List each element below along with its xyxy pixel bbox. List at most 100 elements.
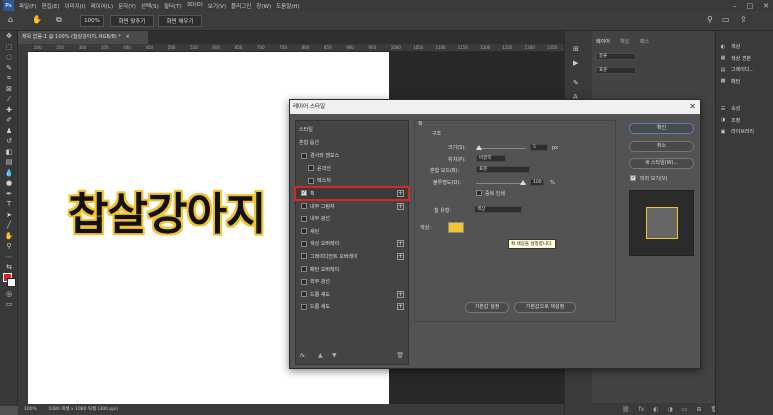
type-tool-icon[interactable]: T (0, 199, 18, 210)
panel-item-properties[interactable]: ☰ 속성 (719, 105, 740, 113)
size-input[interactable]: 5 (530, 144, 548, 151)
effect-item[interactable]: 드롭 섀도 + (296, 289, 408, 300)
size-slider-knob[interactable] (476, 145, 482, 150)
history-panel-icon[interactable]: ⊞ (573, 45, 579, 53)
effect-checkbox[interactable] (301, 203, 307, 210)
blend-mode-select[interactable]: 표준 (476, 166, 530, 173)
overprint-checkbox[interactable] (476, 190, 482, 196)
zoom-tool-icon[interactable]: ⚲ (0, 241, 18, 252)
close-window-button[interactable]: ✕ (763, 2, 769, 10)
document-tab[interactable]: 제목 없음-1 @ 100% (찹살강아지, RGB/8) * × (18, 31, 148, 44)
effect-checkbox[interactable] (301, 303, 307, 310)
effect-checkbox[interactable] (308, 177, 314, 184)
color-swatches[interactable] (0, 272, 17, 289)
menu-item[interactable]: 이미지(I) (64, 2, 85, 10)
brush-settings-icon[interactable]: ✎ (573, 79, 579, 87)
fit-screen-button[interactable]: 화면 맞추기 (110, 15, 154, 27)
move-up-icon[interactable]: ▲ (318, 352, 323, 359)
cancel-button[interactable]: 취소 (629, 141, 694, 152)
effect-item[interactable]: 드롭 섀도 + (296, 301, 408, 312)
path-select-icon[interactable]: ➤ (0, 210, 18, 221)
menu-item[interactable]: 필터(T) (164, 2, 182, 10)
brush-tool-icon[interactable]: ✐ (0, 115, 18, 126)
layer-blend-mode-select[interactable]: 표준 (596, 67, 636, 74)
fill-screen-button[interactable]: 화면 채우기 (158, 15, 202, 27)
move-down-icon[interactable]: ▼ (332, 352, 337, 359)
adjustment-icon[interactable]: ◑ (668, 406, 673, 413)
crop-tool-icon[interactable]: ⌗ (0, 73, 18, 84)
blend-options-item[interactable]: 혼합 옵션 (296, 137, 408, 148)
effect-item[interactable]: 그레이디언트 오버레이 + (296, 251, 408, 262)
marquee-tool-icon[interactable]: ⬚ (0, 42, 18, 53)
menu-item[interactable]: 창(W) (256, 2, 271, 10)
mask-icon[interactable]: ◐ (653, 406, 658, 413)
lasso-tool-icon[interactable]: ◌ (0, 52, 18, 63)
add-effect-icon[interactable]: + (397, 290, 404, 298)
dialog-close-button[interactable]: ✕ (689, 100, 696, 114)
effect-item[interactable]: 패턴 오버레이 (296, 263, 408, 274)
effect-checkbox[interactable] (301, 228, 307, 235)
menu-item[interactable]: 문자(Y) (118, 2, 136, 10)
fx-menu-button[interactable]: fx. (300, 353, 306, 359)
effect-item[interactable]: 색상 오버레이 + (296, 238, 408, 249)
fill-type-select[interactable]: 색상 (474, 206, 522, 213)
blur-tool-icon[interactable]: 💧 (0, 168, 18, 179)
effect-checkbox[interactable] (308, 165, 314, 172)
panel-item-palette[interactable]: ◐ 색상 (719, 43, 740, 51)
frame-tool-icon[interactable]: ⊠ (0, 84, 18, 95)
styles-header[interactable]: 스타일 (296, 124, 408, 135)
panel-item-swatches[interactable]: ▦ 색상 견본 (719, 55, 751, 62)
stroke-color-swatch[interactable] (448, 222, 464, 233)
layer-filter-select[interactable]: 종류 (596, 53, 636, 60)
opacity-slider-track[interactable] (476, 183, 526, 184)
new-style-button[interactable]: 새 스타일(W)... (629, 158, 694, 169)
add-effect-icon[interactable]: + (397, 189, 404, 197)
make-default-button[interactable]: 기본값 설정 (465, 302, 509, 313)
panel-item-libraries[interactable]: ▣ 라이브러리 (719, 128, 754, 136)
effect-item[interactable]: 윤곽선 (296, 163, 408, 174)
play-action-icon[interactable]: ▶ (573, 59, 578, 67)
effect-checkbox[interactable] (301, 240, 307, 247)
effect-item[interactable]: 새틴 (296, 226, 408, 237)
menu-item[interactable]: 선택(S) (141, 2, 159, 10)
healing-brush-icon[interactable]: ✚ (0, 105, 18, 116)
effect-item[interactable]: ✓ 획 + (294, 185, 410, 202)
effect-item[interactable]: 내부 광선 (296, 213, 408, 224)
effect-checkbox[interactable] (301, 152, 307, 159)
eyedropper-tool-icon[interactable]: ⁄ (0, 94, 18, 105)
delete-effect-icon[interactable]: 🗑 (396, 352, 404, 359)
effect-checkbox[interactable] (301, 215, 307, 222)
line-tool-icon[interactable]: ╱ (0, 220, 18, 231)
size-slider-track[interactable] (476, 148, 526, 149)
more-tools-icon[interactable]: ⋯ (0, 252, 18, 263)
effect-item[interactable]: 내부 그림자 + (296, 200, 408, 211)
scroll-all-windows-icon[interactable]: ⧉ (56, 15, 62, 25)
tab-paths[interactable]: 패스 (640, 38, 649, 45)
link-layers-icon[interactable]: ⛓ (622, 406, 630, 413)
reset-default-button[interactable]: 기본값으로 재설정 (514, 302, 576, 313)
new-layer-icon[interactable]: ⊞ (696, 406, 701, 413)
position-select[interactable]: 바깥쪽 (476, 155, 506, 162)
maximize-button[interactable]: □ (747, 2, 754, 10)
panel-item-gradient[interactable]: ▤ 그레이디... (719, 66, 755, 74)
ok-button[interactable]: 확인 (629, 123, 694, 134)
search-icon[interactable]: ⚲ (707, 15, 713, 24)
share-icon[interactable]: ⇪ (740, 15, 747, 24)
tab-channels[interactable]: 채널 (620, 38, 629, 45)
close-tab-icon[interactable]: × (125, 34, 129, 40)
minimize-button[interactable]: – (733, 2, 737, 10)
zoom-value-field[interactable]: 100% (80, 15, 104, 27)
menu-item[interactable]: 편집(E) (42, 2, 60, 10)
panel-item-adjustments[interactable]: ◑ 조정 (719, 117, 740, 124)
add-effect-icon[interactable]: + (397, 240, 404, 248)
menu-item[interactable]: 파일(F) (19, 2, 37, 10)
effect-item[interactable]: 텍스처 (296, 175, 408, 186)
add-effect-icon[interactable]: + (397, 202, 404, 210)
effect-item[interactable]: 외부 광선 (296, 276, 408, 287)
fx-icon[interactable]: fx (639, 406, 645, 413)
opacity-slider-knob[interactable] (520, 180, 526, 185)
swap-colors-icon[interactable]: ⇆ (0, 262, 18, 273)
menu-item[interactable]: 도움말(H) (276, 2, 300, 10)
workspace-icon[interactable]: ▭ (722, 15, 730, 24)
move-tool-icon[interactable]: ✥ (0, 31, 18, 42)
